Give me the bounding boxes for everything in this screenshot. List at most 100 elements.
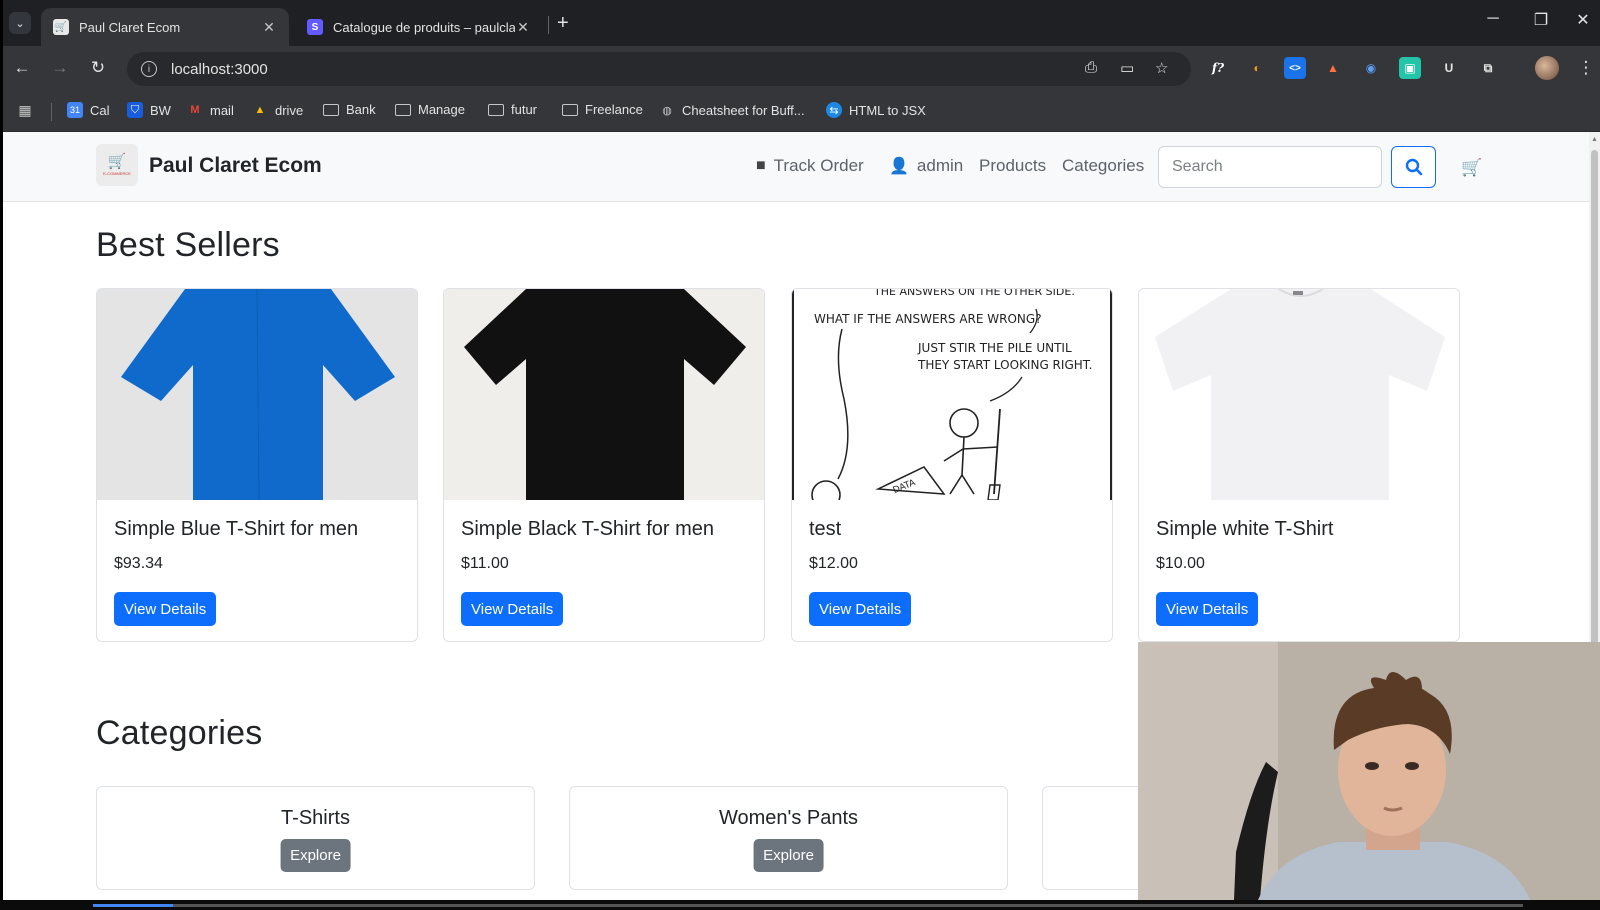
webcam-overlay — [1138, 642, 1600, 900]
tab-title: Catalogue de produits – paulcla — [333, 19, 515, 35]
fox-extension-icon[interactable]: ▲ — [1322, 57, 1344, 79]
scroll-up-arrow-icon[interactable]: ▲ — [1591, 136, 1598, 143]
bookmark-label: Freelance — [585, 102, 643, 117]
view-details-button[interactable]: View Details — [114, 592, 217, 626]
product-image-white-tshirt[interactable] — [1139, 289, 1459, 500]
bookmark-label: Cheatsheet for Buff... — [682, 102, 805, 118]
bookmark-folder-manage[interactable]: Manage — [395, 102, 465, 117]
bookmark-star-icon[interactable]: ☆ — [1155, 59, 1168, 77]
close-icon[interactable]: ✕ — [515, 19, 531, 36]
bookmark-folder-freelance[interactable]: Freelance — [562, 102, 643, 117]
apps-grid-icon[interactable]: ▦ — [17, 102, 40, 118]
product-title: Simple Black T-Shirt for men — [461, 518, 715, 540]
install-app-icon[interactable]: ⎙ — [1085, 59, 1097, 76]
formula-extension-icon[interactable]: f? — [1207, 57, 1229, 79]
back-arrow-icon[interactable]: ← — [11, 58, 33, 78]
minimize-icon[interactable]: ─ — [1473, 10, 1513, 28]
window-close-icon[interactable]: ✕ — [1563, 10, 1600, 30]
folder-icon — [323, 103, 339, 116]
globe-extension-icon[interactable]: ◉ — [1360, 57, 1382, 79]
restore-icon[interactable]: ❐ — [1521, 10, 1561, 30]
new-tab-plus-icon[interactable]: + — [557, 12, 569, 35]
tab-catalogue[interactable]: S Catalogue de produits – paulcla ✕ — [295, 8, 543, 46]
product-price: $93.34 — [114, 555, 163, 572]
bookmark-cheatsheet[interactable]: ◍ Cheatsheet for Buff... — [659, 102, 805, 118]
tab-search-button[interactable]: ⌄ — [9, 12, 31, 34]
view-details-button[interactable]: View Details — [809, 592, 912, 626]
forward-arrow-icon[interactable]: → — [49, 58, 71, 78]
u-extension-icon[interactable]: U — [1438, 57, 1460, 79]
comic-caption: THEY START LOOKING RIGHT. — [917, 358, 1092, 372]
video-progress-strip — [0, 900, 1600, 910]
best-sellers-heading: Best Sellers — [96, 226, 280, 264]
category-card: Women's Pants Explore — [569, 786, 1008, 890]
product-price: $10.00 — [1156, 555, 1205, 572]
address-bar[interactable]: i localhost:3000 — [127, 52, 1191, 86]
product-image-comic[interactable]: THE ANSWERS ON THE OTHER SIDE. WHAT IF T… — [792, 289, 1112, 500]
product-card: Simple Black T-Shirt for men $11.00 View… — [443, 288, 765, 642]
logo-text: E-COMMERCE — [103, 170, 131, 176]
nav-categories[interactable]: Categories — [1062, 156, 1144, 176]
nav-link-label: Categories — [1062, 156, 1145, 175]
nav-link-label: Products — [979, 156, 1047, 175]
nav-link-label: Track Order — [773, 156, 864, 175]
bookmark-cal[interactable]: 31 Cal — [67, 102, 110, 118]
nav-products[interactable]: Products — [979, 156, 1046, 176]
view-details-button[interactable]: View Details — [1156, 592, 1259, 626]
bookmark-html-to-jsx[interactable]: ⇆ HTML to JSX — [826, 102, 926, 118]
product-title: Simple Blue T-Shirt for men — [114, 518, 359, 540]
bookmark-mail[interactable]: Mmail — [187, 102, 233, 118]
category-card: T-Shirts Explore — [96, 786, 535, 890]
category-title: Women's Pants — [718, 807, 859, 829]
category-title: T-Shirts — [281, 807, 350, 829]
folder-icon — [488, 103, 504, 116]
explore-button[interactable]: Explore — [280, 839, 351, 872]
briefcase-icon: ■ — [756, 157, 766, 174]
reload-icon[interactable]: ↻ — [87, 58, 109, 78]
brand-logo[interactable]: 🛒 E-COMMERCE — [96, 144, 138, 186]
close-icon[interactable]: ✕ — [261, 19, 277, 36]
bookmark-folder-bank[interactable]: Bank — [323, 102, 376, 117]
nav-link-label: admin — [916, 156, 964, 175]
explore-button[interactable]: Explore — [753, 839, 824, 872]
video-progress-bar[interactable] — [93, 904, 1523, 907]
transform-icon: ⇆ — [826, 102, 842, 118]
site-info-icon[interactable]: i — [141, 61, 157, 77]
nav-track-order[interactable]: ■ Track Order — [756, 156, 864, 176]
puzzle-extensions-icon[interactable]: ⧉ — [1477, 57, 1499, 79]
nav-admin[interactable]: 👤 admin — [889, 156, 963, 176]
comic-caption: JUST STIR THE PILE UNTIL — [917, 341, 1072, 355]
payment-card-icon[interactable]: ▭ — [1120, 59, 1134, 77]
bookmark-folder-futur[interactable]: futur — [488, 102, 537, 117]
white-tshirt-image — [1155, 289, 1445, 500]
product-title: Simple white T-Shirt — [1156, 518, 1334, 540]
view-details-button[interactable]: View Details — [461, 592, 564, 626]
bookmark-separator — [51, 103, 52, 121]
bookmark-drive[interactable]: ▲ drive — [252, 102, 304, 118]
orange-extension-icon[interactable]: ◐ — [1246, 57, 1268, 79]
webcam-person-image — [1138, 642, 1600, 900]
blue-tshirt-image — [121, 289, 395, 500]
tab-paul-claret-ecom[interactable]: 🛒 Paul Claret Ecom ✕ — [41, 8, 289, 46]
bookmark-bw[interactable]: ⛉ BW — [127, 102, 171, 118]
product-image-blue-tshirt[interactable] — [97, 289, 417, 500]
search-input[interactable] — [1158, 146, 1382, 188]
comic-strip-image: THE ANSWERS ON THE OTHER SIDE. WHAT IF T… — [811, 289, 1092, 500]
brand-name[interactable]: Paul Claret Ecom — [149, 154, 322, 178]
shield-icon: ⛉ — [127, 102, 143, 118]
site-navbar: 🛒 E-COMMERCE Paul Claret Ecom ■ Track Or… — [3, 132, 1589, 202]
save-extension-icon[interactable]: ▣ — [1399, 57, 1421, 79]
profile-avatar[interactable] — [1535, 56, 1559, 80]
product-image-black-tshirt[interactable] — [444, 289, 764, 500]
kebab-menu-icon[interactable]: ⋮ — [1575, 58, 1597, 78]
code-extension-icon[interactable]: <> — [1284, 57, 1306, 79]
search-button[interactable] — [1391, 146, 1436, 188]
tab-separator — [548, 16, 549, 34]
stripe-favicon-icon: S — [307, 19, 323, 35]
folder-icon — [562, 103, 578, 116]
product-card: Simple white T-Shirt $10.00 View Details — [1138, 288, 1460, 642]
product-title: test — [809, 518, 842, 540]
folder-icon — [395, 103, 411, 116]
shopping-cart-icon[interactable]: 🛒 — [1461, 158, 1482, 178]
comic-caption: WHAT IF THE ANSWERS ARE WRONG? — [814, 312, 1042, 326]
